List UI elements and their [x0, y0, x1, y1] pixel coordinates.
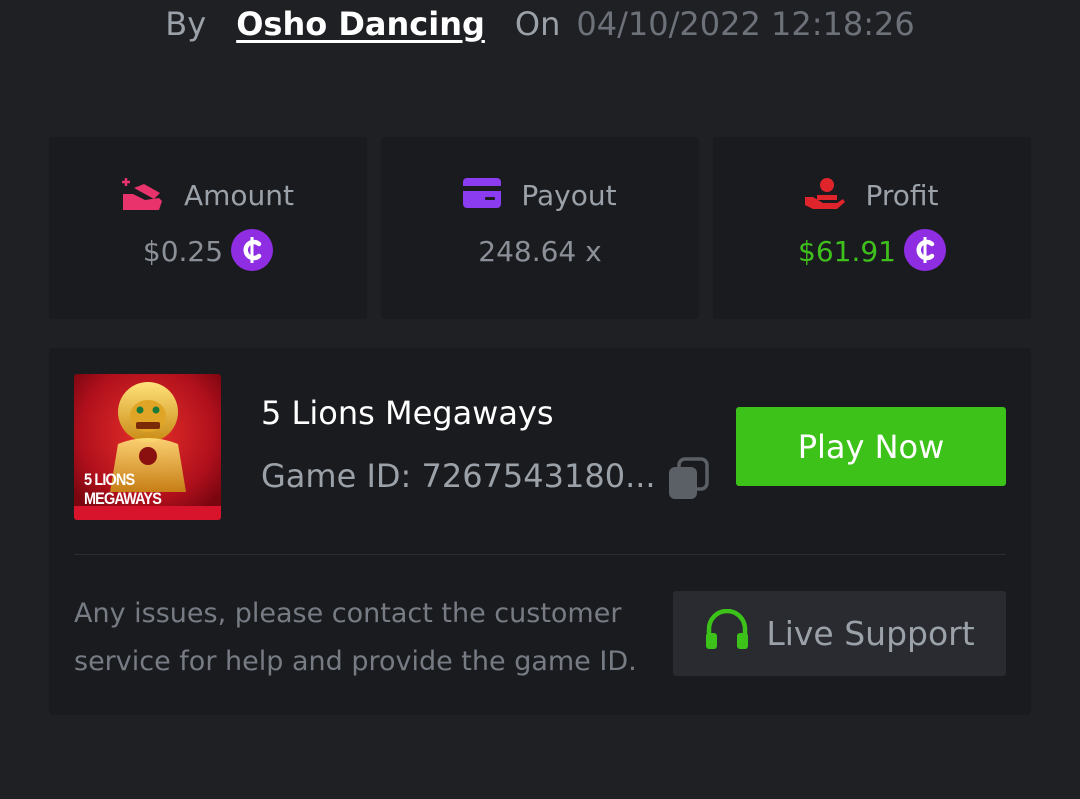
profit-label: Profit: [865, 178, 939, 212]
profit-header: Profit: [713, 137, 1031, 251]
on-label: On: [514, 5, 561, 43]
bet-detail-page: By Osho Dancing On 04/10/2022 12:18:26 A…: [0, 0, 1080, 799]
support-notice: Any issues, please contact the customer …: [74, 598, 637, 677]
game-panel: 5 LIONS MEGAWAYS 5 Lions Megaways Game I…: [49, 348, 1031, 715]
amount-value-row: $0.25: [49, 229, 367, 295]
hand-money-icon: [805, 177, 846, 213]
game-id: Game ID: 7267543180...: [261, 457, 656, 495]
bet-byline: By Osho Dancing On 04/10/2022 12:18:26: [0, 0, 1080, 48]
live-support-button[interactable]: Live Support: [673, 591, 1006, 676]
game-thumbnail[interactable]: 5 LIONS MEGAWAYS: [74, 374, 221, 520]
profit-value: $61.91: [798, 235, 896, 268]
stats-row: Amount $0.25 Payout 248.64 x Profit $61.…: [49, 137, 1031, 319]
game-title: 5 Lions Megaways: [261, 394, 554, 432]
payout-header: Payout: [381, 137, 699, 251]
profit-value-row: $61.91: [713, 229, 1031, 295]
amount-label: Amount: [183, 178, 295, 212]
payout-value: 248.64 x: [478, 235, 602, 268]
amount-header: Amount: [49, 137, 367, 251]
coin-icon: [903, 229, 946, 271]
amount-card: Amount $0.25: [49, 137, 367, 319]
payout-label: Payout: [521, 178, 617, 212]
thumbnail-title-line1: 5 LIONS: [84, 470, 135, 489]
bet-datetime: 04/10/2022 12:18:26: [576, 5, 915, 43]
play-now-button[interactable]: Play Now: [736, 407, 1006, 486]
headset-icon: [704, 608, 750, 659]
copy-icon[interactable]: [667, 457, 709, 501]
divider: [74, 554, 1006, 555]
coin-icon: [231, 229, 274, 271]
payout-card: Payout 248.64 x: [381, 137, 699, 319]
thumbnail-title-line2: MEGAWAYS: [84, 489, 162, 508]
amount-value: $0.25: [142, 235, 224, 268]
by-label: By: [165, 5, 207, 43]
hand-coins-icon: [121, 176, 164, 214]
profit-card: Profit $61.91: [713, 137, 1031, 319]
live-support-label: Live Support: [766, 614, 975, 653]
payout-value-row: 248.64 x: [381, 235, 699, 295]
user-name-link[interactable]: Osho Dancing: [236, 5, 485, 43]
credit-card-icon: [463, 178, 502, 212]
